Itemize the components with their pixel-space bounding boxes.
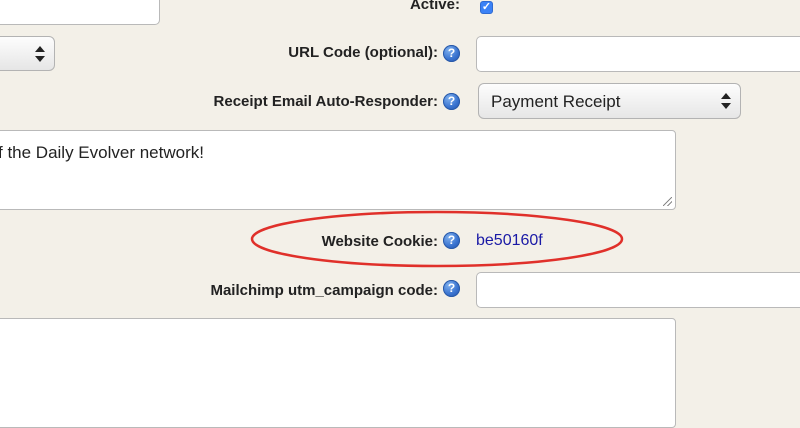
receipt-responder-help-icon[interactable]: ? (443, 93, 460, 110)
active-checkbox[interactable]: ✓ (480, 1, 493, 14)
top-left-text-field[interactable] (0, 0, 160, 25)
receipt-responder-selected: Payment Receipt (491, 92, 621, 111)
mailchimp-help-icon[interactable]: ? (443, 280, 460, 297)
url-code-help-icon[interactable]: ? (443, 45, 460, 62)
bottom-textarea[interactable] (0, 318, 676, 428)
website-cookie-value: be50160f (476, 232, 543, 249)
mailchimp-input[interactable] (476, 272, 800, 308)
website-cookie-help-icon[interactable]: ? (443, 232, 460, 249)
mailchimp-label: Mailchimp utm_campaign code: (210, 282, 438, 299)
left-select[interactable] (0, 36, 55, 71)
description-text: f the Daily Evolver network! (0, 143, 204, 162)
resize-grip-icon[interactable] (663, 197, 672, 206)
receipt-responder-select[interactable]: Payment Receipt (478, 83, 741, 119)
active-label: Active: (409, 0, 460, 13)
select-arrows-icon (35, 45, 45, 62)
website-cookie-label: Website Cookie: (321, 233, 438, 250)
url-code-input[interactable] (476, 36, 800, 72)
url-code-label: URL Code (optional): (288, 44, 438, 61)
select-arrows-icon (721, 93, 731, 109)
receipt-responder-label: Receipt Email Auto-Responder: (213, 93, 438, 110)
description-textarea[interactable]: f the Daily Evolver network! (0, 130, 676, 210)
